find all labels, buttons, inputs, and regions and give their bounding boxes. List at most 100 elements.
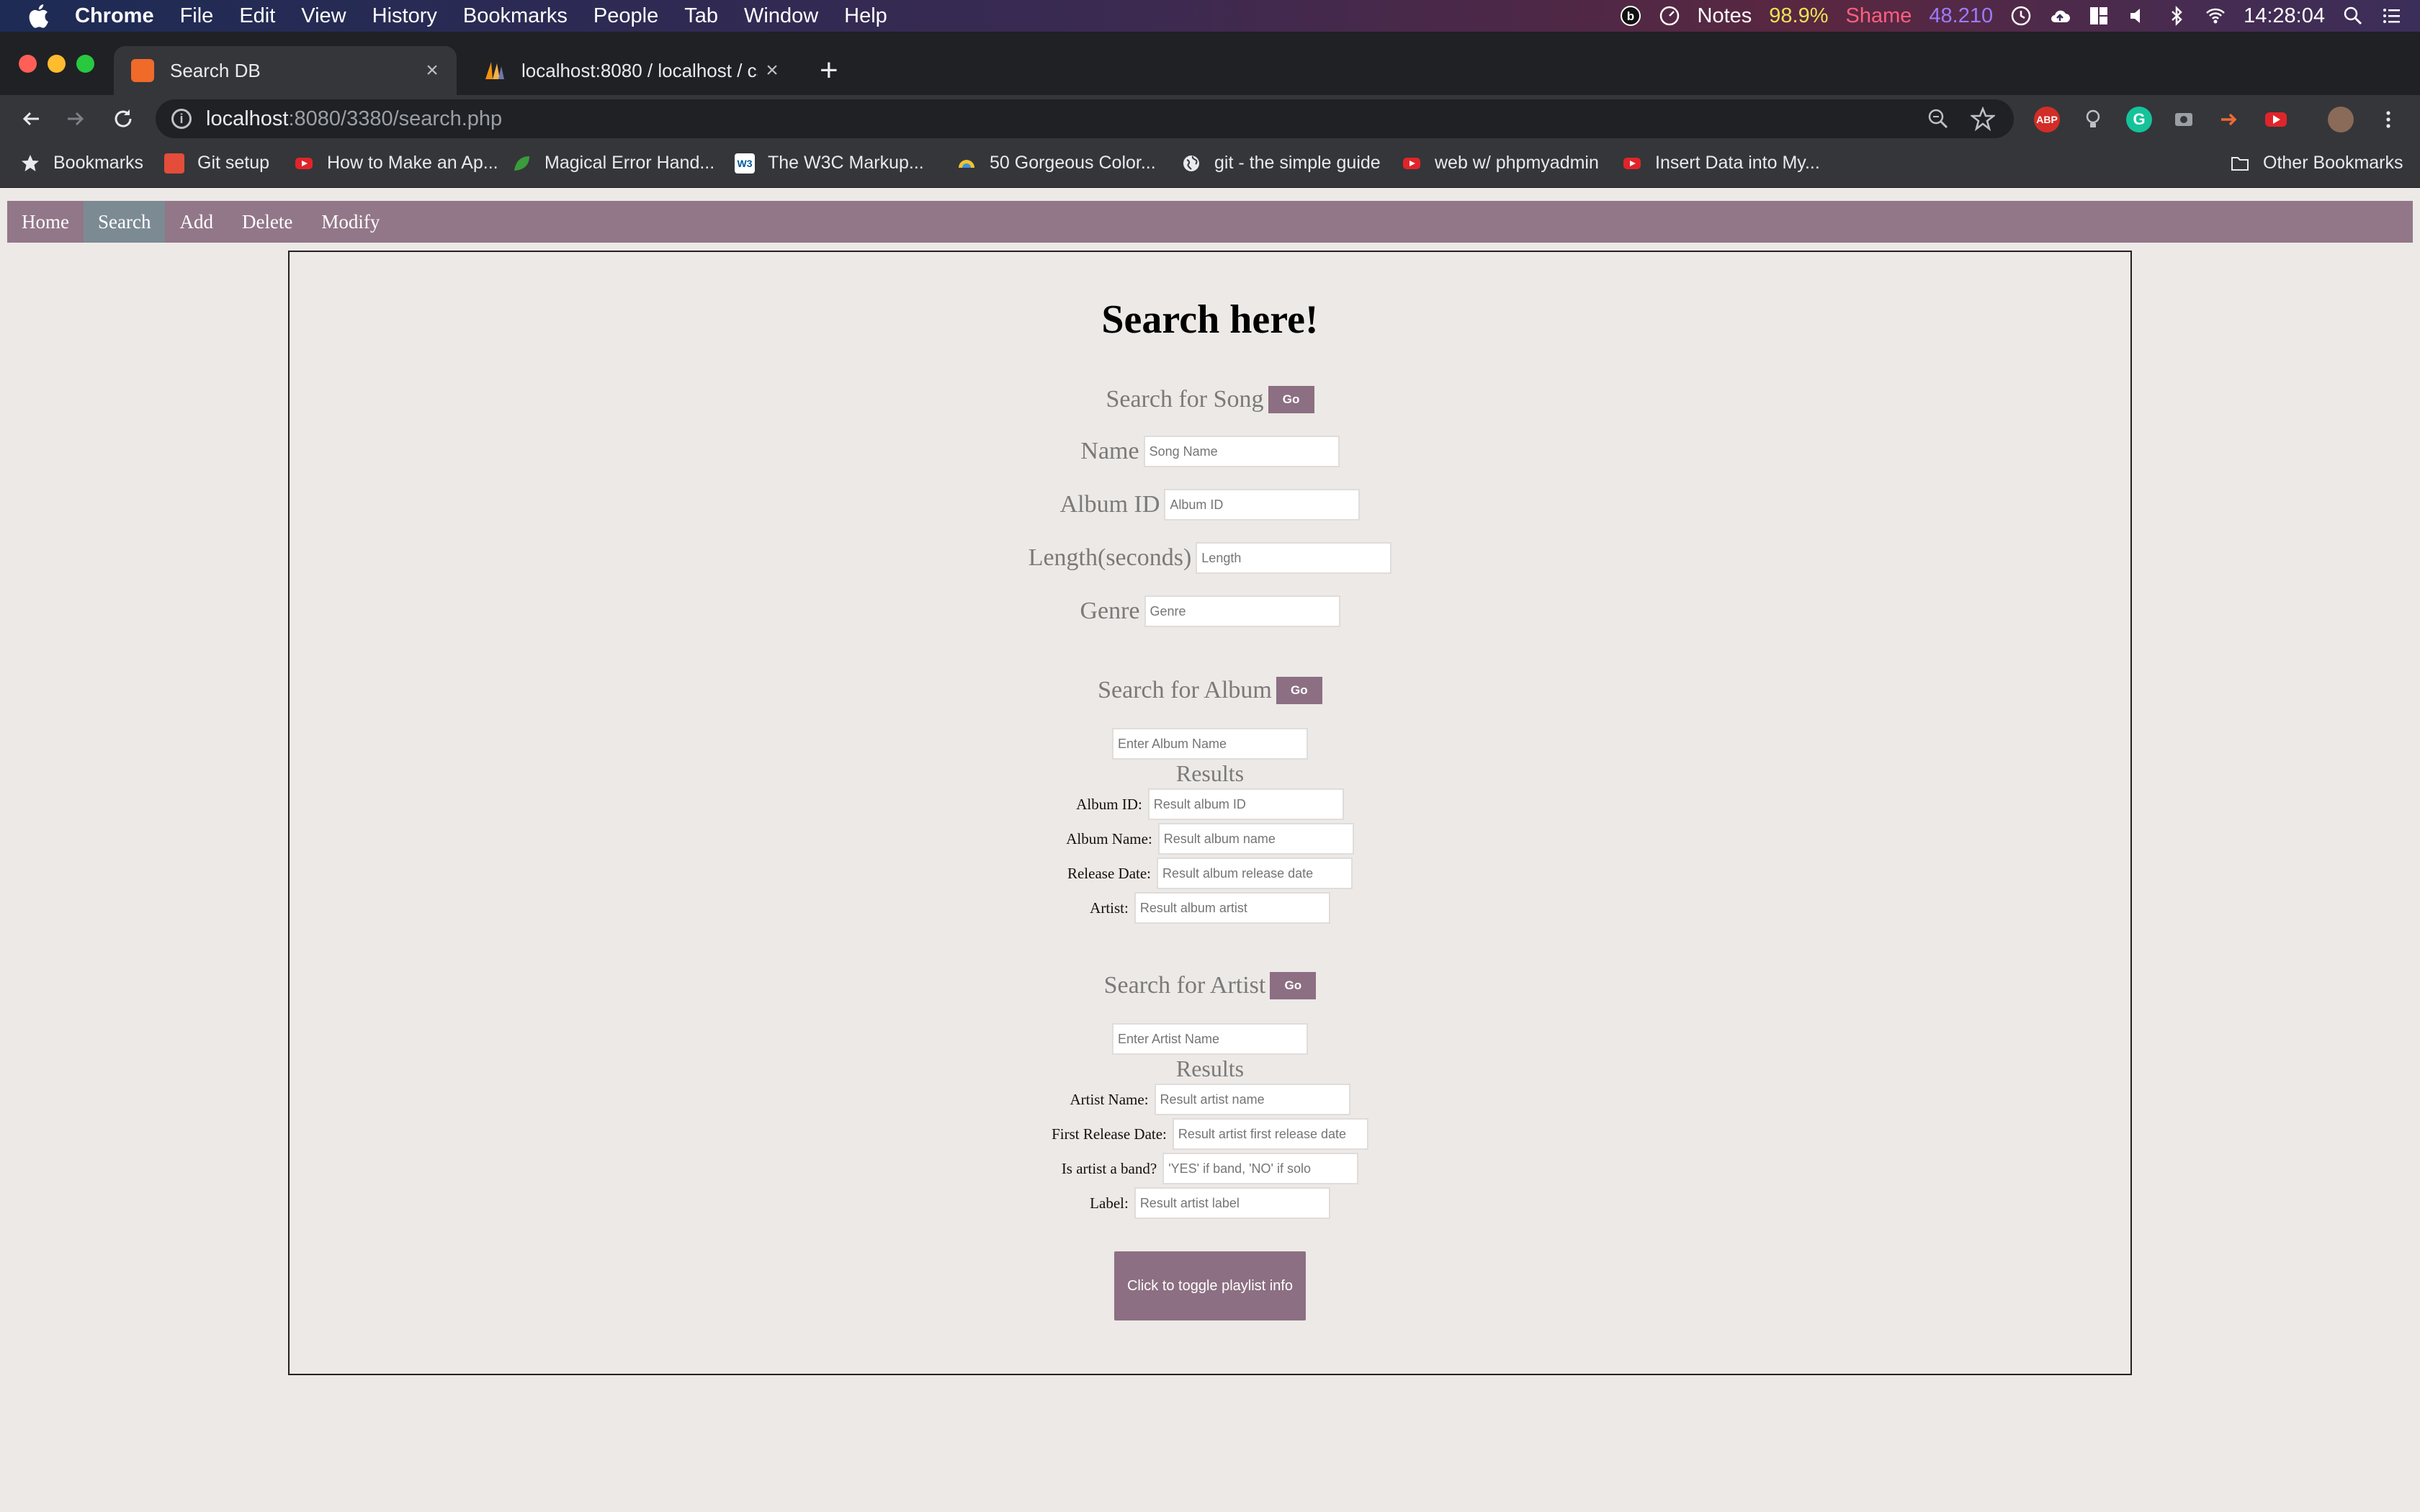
address-path: :8080/3380/search.php (288, 107, 503, 130)
nav-modify[interactable]: Modify (307, 201, 394, 243)
bookmark-git-simple-guide[interactable]: git - the simple guide (1181, 153, 1381, 174)
spotlight-search-icon[interactable] (2342, 5, 2364, 27)
length-input[interactable] (1196, 542, 1392, 574)
time-machine-icon[interactable] (2010, 5, 2032, 27)
reload-icon[interactable] (108, 104, 138, 134)
git-favicon-icon (164, 153, 184, 174)
zoom-icon[interactable] (1926, 107, 1950, 131)
bookmark-star-icon[interactable] (1971, 107, 1995, 131)
shame-label[interactable]: Shame (1846, 4, 1912, 28)
youtube-extension-icon[interactable] (2263, 107, 2289, 132)
grid-app-icon[interactable] (2088, 5, 2110, 27)
window-close-button[interactable] (19, 55, 37, 73)
menu-app-name[interactable]: Chrome (75, 4, 154, 28)
release-date-result-label: Release Date: (1067, 864, 1152, 882)
menu-bar: Chrome File Edit View History Bookmarks … (0, 0, 2420, 32)
genre-input[interactable] (1144, 595, 1340, 627)
menu-window[interactable]: Window (744, 4, 818, 28)
album-result-row: Release Date: (290, 857, 2130, 890)
shame-value[interactable]: 48.210 (1929, 4, 1993, 28)
notes-menu[interactable]: Notes (1698, 4, 1752, 28)
tab-search-db[interactable]: Search DB × (114, 46, 457, 95)
tab-title: localhost:8080 / localhost / cs33 (521, 59, 758, 81)
redirect-extension-icon[interactable] (2217, 107, 2243, 132)
album-name-search-input[interactable] (1112, 728, 1308, 760)
beats-icon[interactable]: b (1620, 5, 1641, 27)
first-release-date-result-input[interactable] (1172, 1118, 1368, 1150)
artist-go-button[interactable]: Go (1270, 972, 1317, 999)
nav-home[interactable]: Home (7, 201, 84, 243)
song-go-button[interactable]: Go (1268, 386, 1314, 413)
tab-close-icon[interactable]: × (758, 58, 786, 83)
is-band-result-input[interactable] (1162, 1153, 1359, 1184)
menu-tab[interactable]: Tab (684, 4, 718, 28)
menu-people[interactable]: People (593, 4, 658, 28)
nav-delete[interactable]: Delete (228, 201, 307, 243)
profile-avatar[interactable] (2328, 107, 2354, 132)
menu-bookmarks[interactable]: Bookmarks (463, 4, 568, 28)
album-name-result-input[interactable] (1157, 823, 1354, 855)
clock[interactable]: 14:28:04 (2244, 4, 2325, 28)
nav-search[interactable]: Search (83, 201, 166, 243)
song-name-input[interactable] (1143, 436, 1340, 467)
tab-title: Search DB (170, 59, 261, 81)
cloud-upload-icon[interactable] (2049, 5, 2071, 27)
bookmark-how-to-make-an-app[interactable]: How to Make an Ap... (294, 153, 498, 174)
artist-name-result-input[interactable] (1154, 1084, 1350, 1115)
bookmark-label: Magical Error Hand... (544, 153, 715, 173)
album-results-header: Results (290, 759, 2130, 788)
other-bookmarks[interactable]: Other Bookmarks (2230, 153, 2403, 174)
site-info-icon[interactable]: i (171, 109, 192, 129)
album-go-button[interactable]: Go (1276, 677, 1322, 704)
bluetooth-icon[interactable] (2166, 5, 2187, 27)
volume-icon[interactable] (2127, 5, 2148, 27)
web-page: Home Search Add Delete Modify Search her… (0, 188, 2420, 1512)
bookmark-git-setup[interactable]: Git setup (164, 153, 269, 174)
back-icon[interactable] (16, 104, 46, 134)
album-results-heading: Results (1175, 760, 1245, 786)
chrome-menu-icon[interactable] (2375, 107, 2401, 132)
search-panel: Search here! Search for Song Go Name Alb… (288, 251, 2132, 1375)
bookmark-label: Insert Data into My... (1655, 153, 1820, 173)
bookmark-w3c-markup[interactable]: W3 The W3C Markup... (735, 153, 924, 174)
adblock-extension-icon[interactable]: ABP (2034, 107, 2060, 132)
toggle-playlist-button[interactable]: Click to toggle playlist info (1114, 1251, 1306, 1320)
menu-history[interactable]: History (372, 4, 437, 28)
bookmarks-bar: Bookmarks Git setup How to Make an Ap...… (0, 143, 2420, 188)
bookmark-web-phpmyadmin[interactable]: web w/ phpmyadmin (1402, 153, 1599, 174)
battery-percent[interactable]: 98.9% (1769, 4, 1828, 28)
bookmark-50-gorgeous-colors[interactable]: 50 Gorgeous Color... (956, 153, 1156, 174)
album-artist-result-input[interactable] (1134, 892, 1330, 924)
bookmark-magical-error-handling[interactable]: Magical Error Hand... (511, 153, 714, 174)
menu-file[interactable]: File (180, 4, 214, 28)
artist-name-search-input[interactable] (1112, 1023, 1308, 1055)
album-id-result-input[interactable] (1147, 788, 1344, 820)
window-zoom-button[interactable] (76, 55, 94, 73)
wifi-icon[interactable] (2205, 5, 2226, 27)
nav-add[interactable]: Add (165, 201, 228, 243)
bookmark-bookmarks[interactable]: Bookmarks (20, 153, 143, 174)
release-date-result-input[interactable] (1157, 858, 1353, 889)
album-id-input[interactable] (1164, 489, 1361, 521)
menu-help[interactable]: Help (844, 4, 887, 28)
lightbulb-extension-icon[interactable] (2080, 107, 2106, 132)
screenshot-extension-icon[interactable] (2171, 107, 2197, 132)
gauge-icon[interactable] (1659, 5, 1680, 27)
tab-close-icon[interactable]: × (418, 58, 447, 83)
tab-phpmyadmin[interactable]: localhost:8080 / localhost / cs33 × (465, 46, 797, 95)
globe-icon (1183, 155, 1199, 171)
menu-edit[interactable]: Edit (239, 4, 275, 28)
bookmark-insert-data[interactable]: Insert Data into My... (1622, 153, 1820, 174)
xampp-favicon-icon (131, 59, 154, 82)
apple-icon[interactable] (27, 4, 49, 28)
menu-view[interactable]: View (301, 4, 346, 28)
notification-center-icon[interactable] (2381, 5, 2403, 27)
address-bar[interactable]: i localhost:8080/3380/search.php (156, 99, 2014, 138)
window-minimize-button[interactable] (48, 55, 66, 73)
grammarly-extension-icon[interactable]: G (2126, 107, 2152, 132)
new-tab-button[interactable]: + (820, 55, 838, 86)
forward-icon[interactable] (60, 104, 91, 134)
label-result-input[interactable] (1134, 1187, 1330, 1219)
album-result-row: Album ID: (290, 788, 2130, 821)
artist-results-heading: Results (1175, 1055, 1245, 1081)
